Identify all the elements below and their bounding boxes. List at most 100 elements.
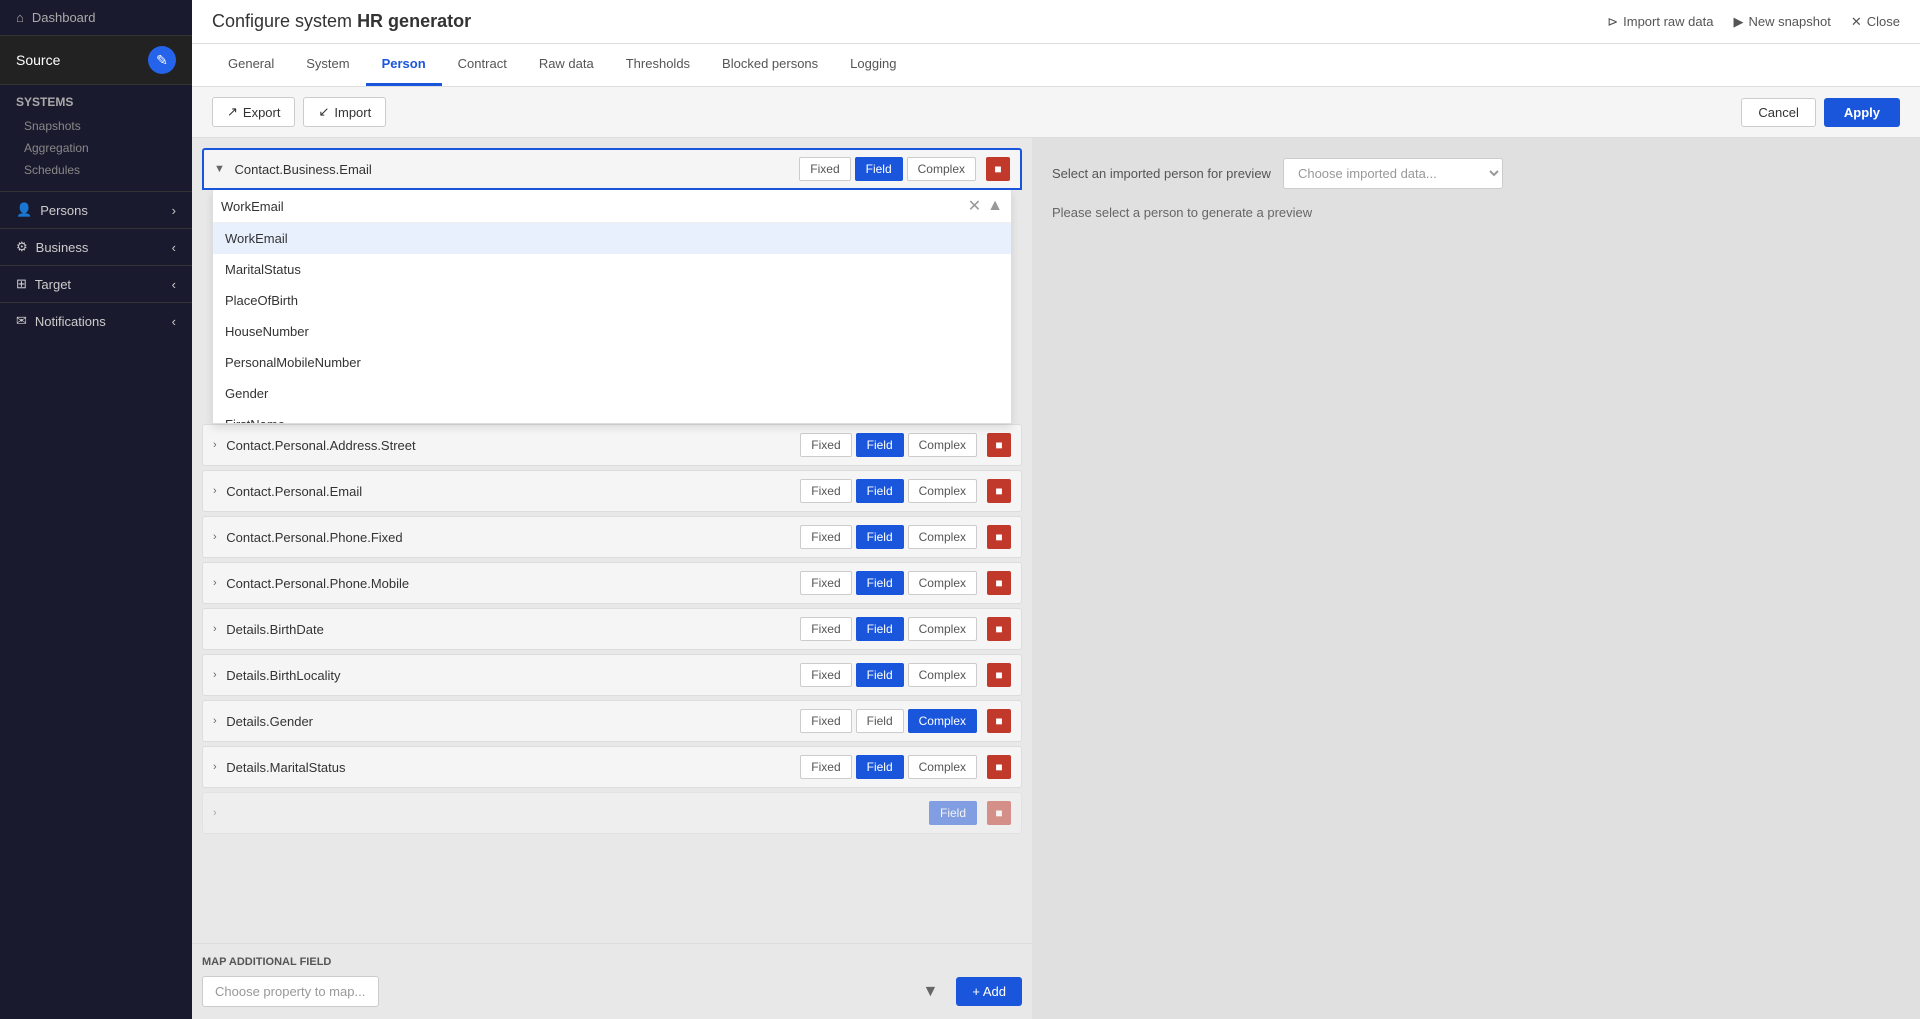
persons-icon: 👤 xyxy=(16,202,32,218)
btn-field[interactable]: Field xyxy=(856,479,904,503)
tab-person[interactable]: Person xyxy=(366,44,442,86)
btn-field[interactable]: Field xyxy=(856,617,904,641)
mapping-label xyxy=(217,806,929,821)
tab-logging[interactable]: Logging xyxy=(834,44,912,86)
sidebar-item-target[interactable]: ⊞ Target ‹ xyxy=(0,265,192,302)
btn-field[interactable]: Field xyxy=(856,663,904,687)
close-button[interactable]: ✕ Close xyxy=(1851,14,1900,30)
sidebar-item-notifications[interactable]: ✉ Notifications ‹ xyxy=(0,302,192,339)
dropdown-item[interactable]: PlaceOfBirth xyxy=(213,285,1011,316)
business-chevron: ‹ xyxy=(172,240,176,255)
dropdown-item[interactable]: MaritalStatus xyxy=(213,254,1011,285)
btn-fixed[interactable]: Fixed xyxy=(800,571,851,595)
btn-field[interactable]: Field xyxy=(855,157,903,181)
add-field-select[interactable]: Choose property to map... xyxy=(202,976,379,1007)
tab-system[interactable]: System xyxy=(290,44,365,86)
btn-fixed[interactable]: Fixed xyxy=(800,709,851,733)
target-icon: ⊞ xyxy=(16,276,27,292)
delete-button[interactable]: ■ xyxy=(987,709,1011,733)
mapping-item-contact-business-email: ▼ Contact.Business.Email Fixed Field Com… xyxy=(202,148,1022,424)
sidebar: ⌂ Dashboard Source ✎ Systems Snapshots A… xyxy=(0,0,192,1019)
dropdown-search-input[interactable] xyxy=(221,199,962,214)
mapping-label: Contact.Personal.Phone.Mobile xyxy=(217,576,801,591)
delete-button[interactable]: ■ xyxy=(986,157,1010,181)
btn-fixed[interactable]: Fixed xyxy=(800,479,851,503)
btn-field[interactable]: Field xyxy=(856,571,904,595)
sidebar-item-schedules[interactable]: Schedules xyxy=(16,159,176,181)
tab-contract[interactable]: Contract xyxy=(442,44,523,86)
tab-raw-data[interactable]: Raw data xyxy=(523,44,610,86)
mapping-label: Contact.Personal.Address.Street xyxy=(217,438,801,453)
btn-fixed[interactable]: Fixed xyxy=(800,755,851,779)
import-raw-data-button[interactable]: ⊳ Import raw data xyxy=(1607,14,1713,30)
dropdown-item[interactable]: PersonalMobileNumber xyxy=(213,347,1011,378)
delete-button[interactable]: ■ xyxy=(987,801,1011,825)
btn-fixed[interactable]: Fixed xyxy=(800,433,851,457)
btn-fixed[interactable]: Fixed xyxy=(800,663,851,687)
sidebar-item-persons[interactable]: 👤 Persons › xyxy=(0,191,192,228)
dropdown-item[interactable]: HouseNumber xyxy=(213,316,1011,347)
btn-complex[interactable]: Complex xyxy=(908,479,977,503)
sidebar-dashboard[interactable]: ⌂ Dashboard xyxy=(0,0,192,36)
add-field-row: Choose property to map... ▼ + Add xyxy=(202,976,1022,1007)
mapping-row-contact-personal-phone-mobile: › Contact.Personal.Phone.Mobile Fixed Fi… xyxy=(202,562,1022,604)
btn-complex[interactable]: Complex xyxy=(908,663,977,687)
toolbar-left: ↗ Export ↙ Import xyxy=(212,97,386,127)
btn-complex[interactable]: Complex xyxy=(907,157,976,181)
btn-fixed[interactable]: Fixed xyxy=(800,525,851,549)
sidebar-item-aggregation[interactable]: Aggregation xyxy=(16,137,176,159)
sidebar-item-business[interactable]: ⚙ Business ‹ xyxy=(0,228,192,265)
collapse-icon[interactable]: ▼ xyxy=(214,163,225,175)
delete-button[interactable]: ■ xyxy=(987,755,1011,779)
btn-complex[interactable]: Complex xyxy=(908,755,977,779)
mode-buttons: Fixed Field Complex ■ xyxy=(800,755,1011,779)
delete-button[interactable]: ■ xyxy=(987,571,1011,595)
clear-icon[interactable]: ✕ xyxy=(968,196,981,216)
add-field-section: MAP ADDITIONAL FIELD Choose property to … xyxy=(192,943,1032,1019)
tab-blocked-persons[interactable]: Blocked persons xyxy=(706,44,834,86)
btn-complex[interactable]: Complex xyxy=(908,433,977,457)
dropdown-item[interactable]: WorkEmail xyxy=(213,223,1011,254)
source-icon-btn[interactable]: ✎ xyxy=(148,46,176,74)
scroll-up-icon[interactable]: ▲ xyxy=(987,197,1003,215)
btn-field[interactable]: Field xyxy=(929,801,977,825)
delete-button[interactable]: ■ xyxy=(987,479,1011,503)
dropdown-item[interactable]: Gender xyxy=(213,378,1011,409)
mapping-row-details-maritalstatus: › Details.MaritalStatus Fixed Field Comp… xyxy=(202,746,1022,788)
delete-button[interactable]: ■ xyxy=(987,663,1011,687)
export-button[interactable]: ↗ Export xyxy=(212,97,295,127)
mapping-row-partial: › Field ■ xyxy=(202,792,1022,834)
delete-button[interactable]: ■ xyxy=(987,433,1011,457)
apply-button[interactable]: Apply xyxy=(1824,98,1900,127)
dropdown-item[interactable]: FirstName xyxy=(213,409,1011,423)
mapping-row-details-birthdate: › Details.BirthDate Fixed Field Complex … xyxy=(202,608,1022,650)
new-snapshot-button[interactable]: ▶ New snapshot xyxy=(1733,14,1830,30)
delete-button[interactable]: ■ xyxy=(987,617,1011,641)
mapping-name: Details.Gender xyxy=(226,714,313,729)
import-icon: ↙ xyxy=(318,104,329,120)
tab-thresholds[interactable]: Thresholds xyxy=(610,44,706,86)
btn-fixed[interactable]: Fixed xyxy=(799,157,850,181)
target-label: Target xyxy=(35,277,71,292)
sidebar-item-snapshots[interactable]: Snapshots xyxy=(16,115,176,137)
main-content: Configure system HR generator ⊳ Import r… xyxy=(192,0,1920,1019)
add-field-button[interactable]: + Add xyxy=(956,977,1022,1006)
import-button[interactable]: ↙ Import xyxy=(303,97,386,127)
btn-complex[interactable]: Complex xyxy=(908,525,977,549)
btn-field[interactable]: Field xyxy=(856,525,904,549)
preview-select[interactable]: Choose imported data... xyxy=(1283,158,1503,189)
btn-field[interactable]: Field xyxy=(856,755,904,779)
btn-complex[interactable]: Complex xyxy=(908,571,977,595)
delete-button[interactable]: ■ xyxy=(987,525,1011,549)
mapping-row-contact-personal-phone-fixed: › Contact.Personal.Phone.Fixed Fixed Fie… xyxy=(202,516,1022,558)
btn-field[interactable]: Field xyxy=(856,433,904,457)
tab-general[interactable]: General xyxy=(212,44,290,86)
btn-complex[interactable]: Complex xyxy=(908,617,977,641)
cancel-button[interactable]: Cancel xyxy=(1741,98,1815,127)
toolbar-right: Cancel Apply xyxy=(1741,98,1900,127)
btn-field[interactable]: Field xyxy=(856,709,904,733)
mode-buttons: Fixed Field Complex ■ xyxy=(800,709,1011,733)
btn-complex[interactable]: Complex xyxy=(908,709,977,733)
btn-fixed[interactable]: Fixed xyxy=(800,617,851,641)
sidebar-source[interactable]: Source ✎ xyxy=(0,36,192,85)
